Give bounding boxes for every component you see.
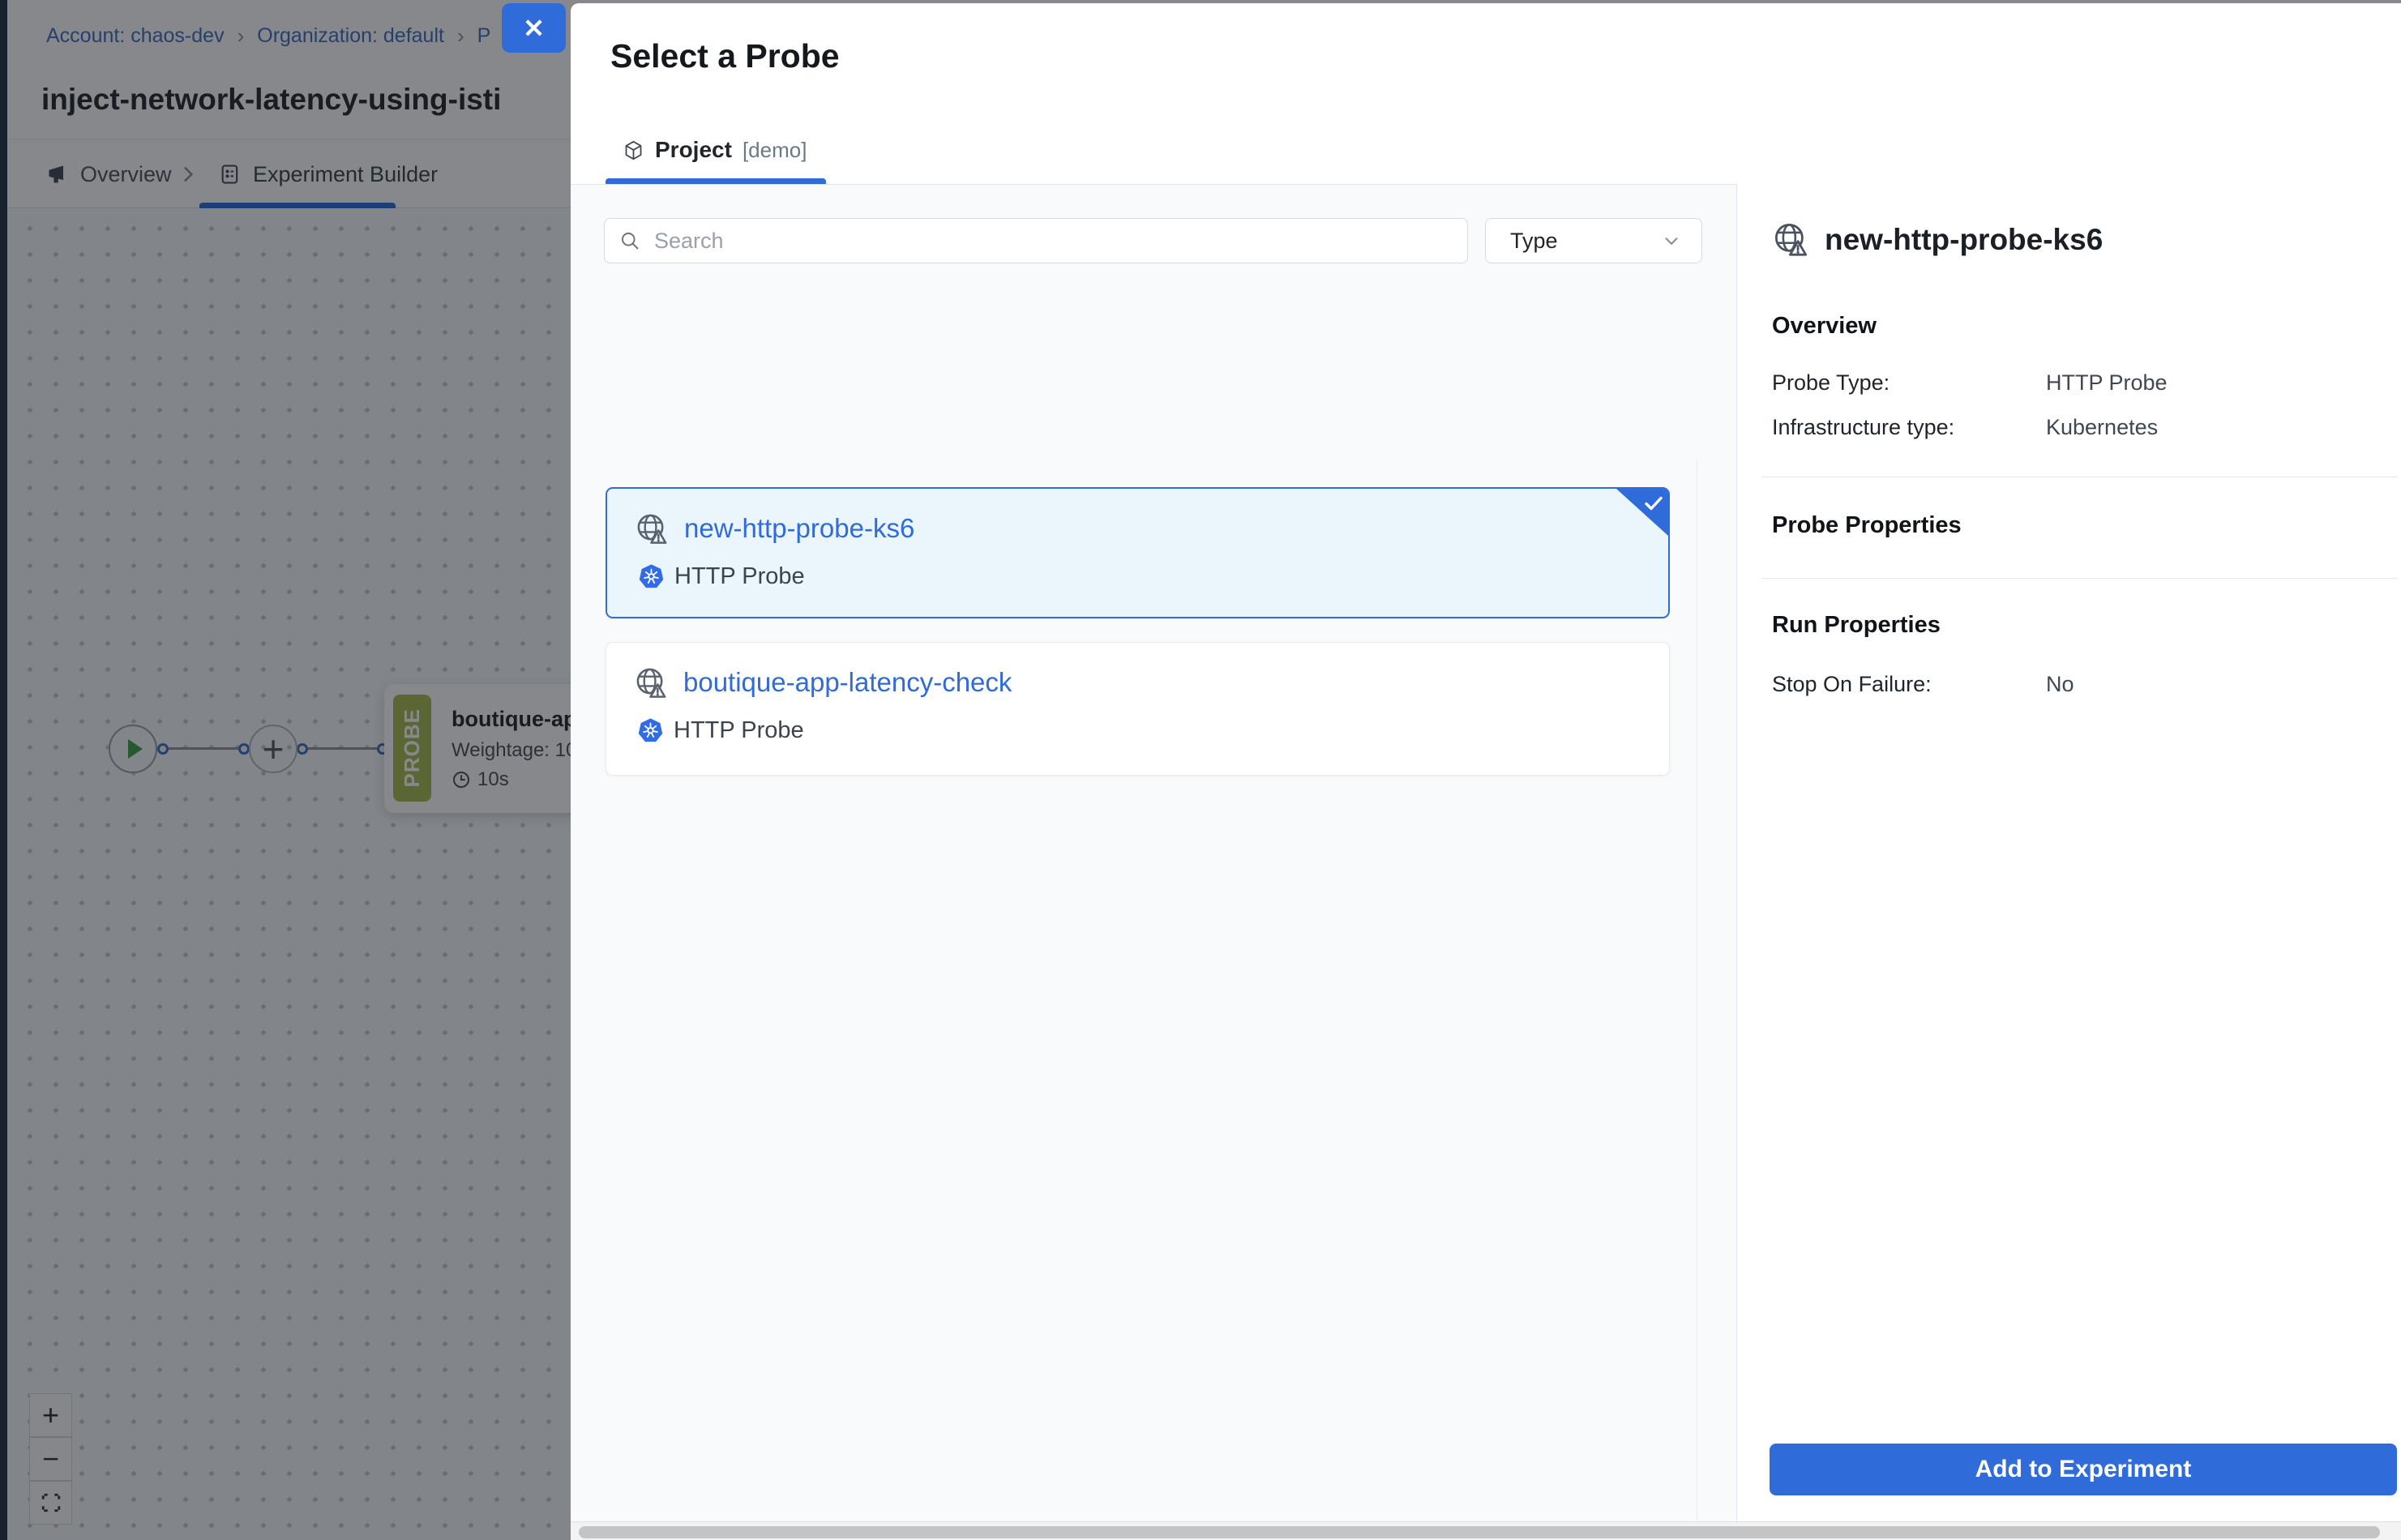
probe-card[interactable]: new-http-probe-ks6 HTTP Probe: [606, 487, 1670, 618]
selected-corner-badge: [1616, 489, 1668, 536]
probe-name-link[interactable]: new-http-probe-ks6: [684, 513, 914, 544]
detail-value: No: [2046, 672, 2074, 697]
section-heading-overview: Overview: [1772, 313, 1877, 340]
selected-check-icon: [1643, 493, 1664, 514]
section-heading-probe-properties: Probe Properties: [1772, 512, 1962, 539]
type-filter-label: Type: [1510, 229, 1558, 254]
detail-value: Kubernetes: [2046, 415, 2158, 440]
detail-title: new-http-probe-ks6: [1825, 223, 2103, 257]
search-input[interactable]: [653, 228, 1453, 255]
http-probe-icon: [1772, 220, 1810, 259]
close-icon: ✕: [523, 13, 545, 44]
detail-value: HTTP Probe: [2046, 370, 2168, 396]
detail-label: Stop On Failure:: [1772, 672, 1932, 697]
active-tab-underline: [606, 178, 826, 184]
probe-name-link[interactable]: boutique-app-latency-check: [683, 667, 1012, 698]
tab-project-scope: [demo]: [743, 138, 807, 163]
project-cube-icon: [623, 139, 644, 161]
scrollbar-thumb[interactable]: [579, 1526, 2380, 1538]
detail-label: Infrastructure type:: [1772, 415, 1954, 440]
http-probe-icon: [635, 511, 670, 546]
http-probe-icon: [634, 665, 669, 700]
chevron-down-icon: [1661, 230, 1682, 251]
probe-type-label: HTTP Probe: [674, 563, 805, 590]
probe-type-label: HTTP Probe: [674, 717, 804, 744]
divider: [1761, 578, 2397, 579]
kubernetes-icon: [637, 717, 664, 744]
tab-project-label: Project: [655, 137, 732, 163]
detail-label: Probe Type:: [1772, 370, 1890, 396]
search-box: [604, 218, 1468, 263]
close-button[interactable]: ✕: [502, 3, 566, 53]
section-heading-run-properties: Run Properties: [1772, 612, 1941, 639]
probe-detail-panel: new-http-probe-ks6 Overview Probe Type: …: [1738, 3, 2401, 1540]
tab-project[interactable]: Project [demo]: [623, 131, 807, 169]
probe-list-pane: Type new-http-probe-ks6 HTTP Probe: [571, 184, 1737, 1521]
horizontal-scrollbar[interactable]: [571, 1521, 2401, 1540]
search-icon: [619, 230, 641, 252]
app-root: Account: chaos-dev › Organization: defau…: [0, 0, 2401, 1540]
probe-card[interactable]: boutique-app-latency-check HTTP Probe: [606, 642, 1670, 776]
select-probe-modal: Select a Probe Project [demo] Type: [571, 3, 2401, 1540]
add-to-experiment-button[interactable]: Add to Experiment: [1770, 1444, 2397, 1495]
kubernetes-icon: [638, 563, 665, 590]
modal-title: Select a Probe: [610, 37, 840, 75]
type-filter-dropdown[interactable]: Type: [1485, 218, 1702, 263]
